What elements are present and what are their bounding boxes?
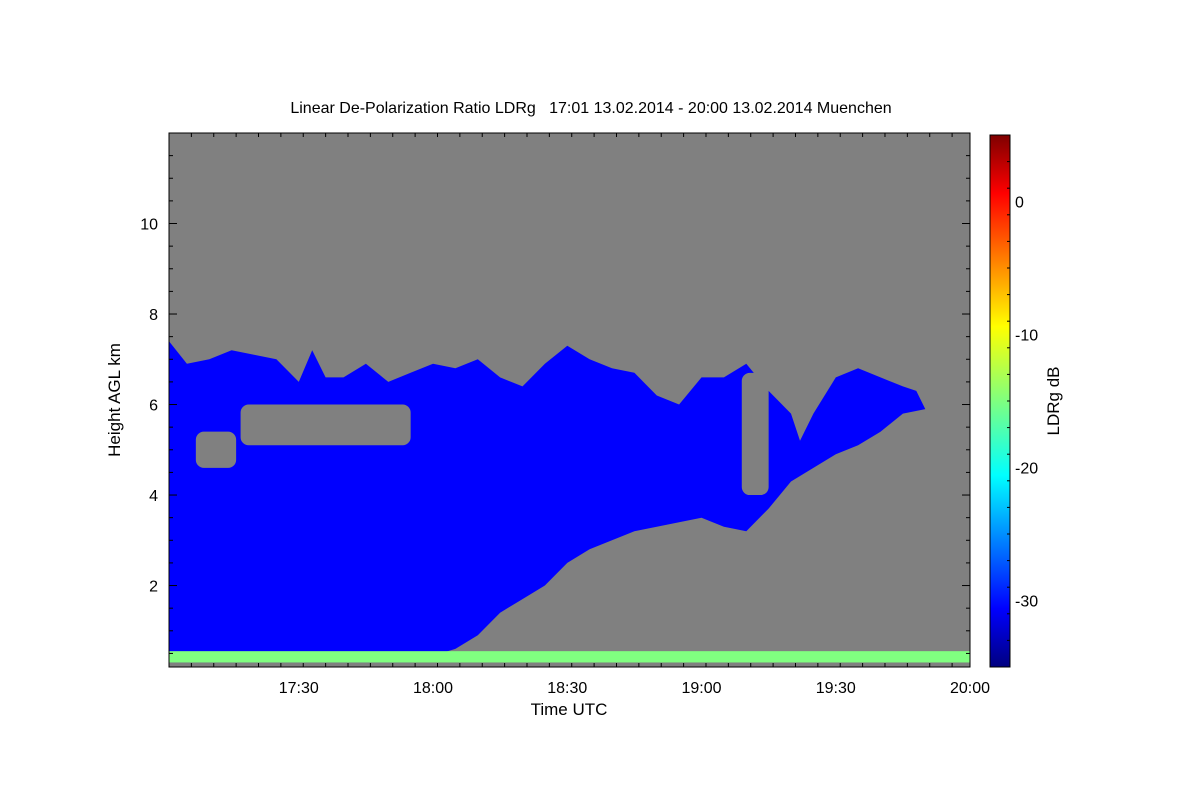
colorbar-ticks: 0 -10 -20 -30 (1007, 134, 1038, 668)
cloud-gap (240, 404, 411, 446)
x-tick-label: 18:00 (413, 680, 453, 697)
y-tick-label: 4 (149, 488, 158, 505)
y-tick-label: 8 (149, 307, 158, 324)
colorbar-tick-label: -20 (1015, 461, 1038, 478)
y-tick-label: 6 (149, 398, 158, 415)
x-axis-label: Time UTC (531, 700, 608, 719)
boundary-layer (169, 651, 970, 663)
colorbar-tick-label: -30 (1015, 594, 1038, 611)
chart-title: Linear De-Polarization Ratio LDRg 17:01 … (290, 100, 891, 117)
cloud-gap (741, 372, 769, 496)
colorbar-tick-label: 0 (1015, 195, 1024, 212)
y-axis-label: Height AGL km (105, 343, 124, 457)
ldr-chart: Linear De-Polarization Ratio LDRg 17:01 … (105, 100, 1063, 719)
cloud-gap (195, 431, 237, 468)
x-tick-label: 19:00 (681, 680, 721, 697)
colorbar-label: LDRg dB (1044, 367, 1063, 436)
colorbar-tick-label: -10 (1015, 328, 1038, 345)
x-tick-label: 17:30 (279, 680, 319, 697)
y-tick-label: 2 (149, 579, 158, 596)
x-tick-label: 18:30 (547, 680, 587, 697)
y-tick-label: 10 (140, 217, 158, 234)
x-tick-label: 19:30 (816, 680, 856, 697)
x-tick-label: 20:00 (950, 680, 990, 697)
